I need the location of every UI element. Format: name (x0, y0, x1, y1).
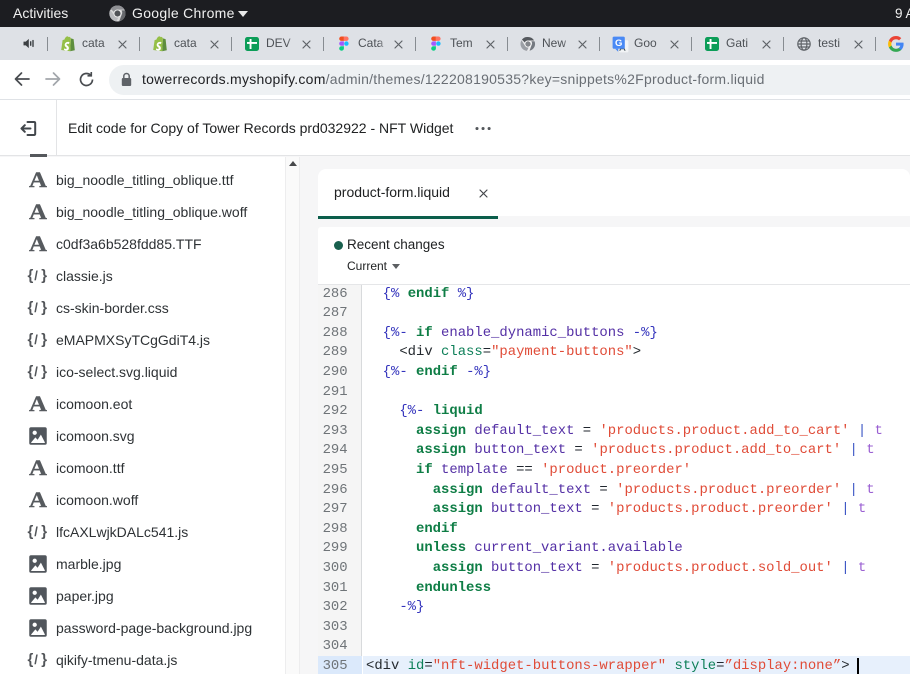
svg-text:G: G (615, 38, 622, 49)
